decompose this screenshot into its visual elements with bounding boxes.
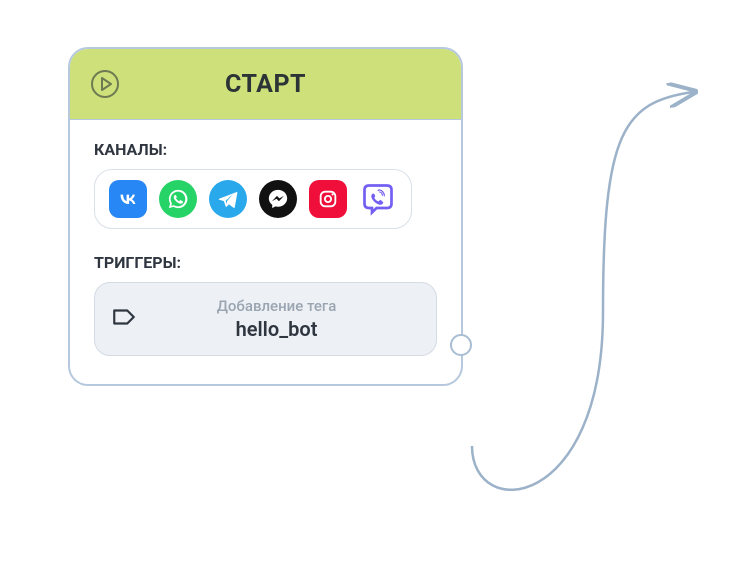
connector-arrow	[453, 52, 713, 512]
channels-box	[94, 169, 412, 229]
whatsapp-icon[interactable]	[159, 180, 197, 218]
channels-label: КАНАЛЫ:	[94, 140, 437, 159]
trigger-value: hello_bot	[157, 317, 396, 341]
trigger-row[interactable]: Добавление тега hello_bot	[94, 282, 437, 356]
output-port[interactable]	[450, 334, 472, 356]
instagram-icon[interactable]	[309, 180, 347, 218]
trigger-texts: Добавление тега hello_bot	[157, 297, 420, 341]
trigger-caption: Добавление тега	[157, 297, 396, 315]
viber-icon[interactable]	[359, 180, 397, 218]
play-icon	[90, 69, 120, 99]
tag-icon	[111, 304, 137, 334]
messenger-icon[interactable]	[259, 180, 297, 218]
card-header: СТАРТ	[70, 49, 461, 120]
card-body: КАНАЛЫ: ТРИГГЕРЫ:	[70, 120, 461, 384]
triggers-label: ТРИГГЕРЫ:	[94, 253, 437, 272]
start-node-card[interactable]: СТАРТ КАНАЛЫ: ТРИГГЕРЫ:	[68, 47, 463, 386]
vk-icon[interactable]	[109, 180, 147, 218]
card-title: СТАРТ	[70, 70, 461, 99]
telegram-icon[interactable]	[209, 180, 247, 218]
